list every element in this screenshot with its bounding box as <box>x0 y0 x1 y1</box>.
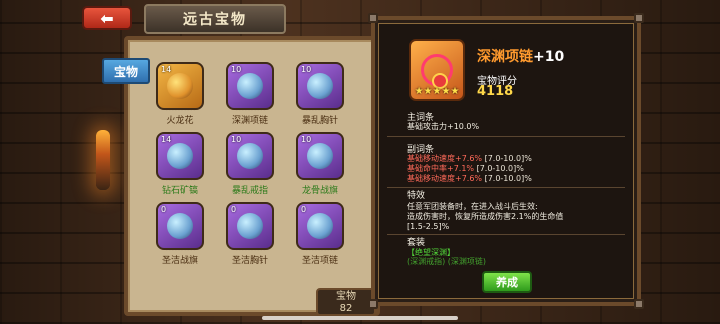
treasure-grid: 14★★★★★火龙花10★★★★★深渊项链10★★★★★暴乱胸针 14★★★★★钻… <box>152 62 348 266</box>
treasure-icon <box>167 213 193 239</box>
treasure-frame: 10 <box>226 62 274 110</box>
treasure-level: 0 <box>231 205 237 214</box>
treasure-icon <box>237 73 263 99</box>
score-value: 4118 <box>477 84 514 99</box>
treasure-level: 14 <box>161 65 172 74</box>
sub-stat-text: 基础移动速度+7.6% <box>407 174 483 183</box>
necklace-icon <box>421 54 453 89</box>
sub-stat-range: [7.0-10.0]% <box>484 154 532 163</box>
treasure-level: 10 <box>231 65 242 74</box>
treasure-frame: 10 <box>226 132 274 180</box>
treasure-frame: 0 <box>156 202 204 250</box>
tab-treasure[interactable]: 宝物 <box>102 58 150 84</box>
title-banner: 远古宝物 <box>144 4 286 34</box>
treasure-item[interactable]: 10★★★★★暴乱戒指 <box>222 132 278 196</box>
treasure-level: 10 <box>301 65 312 74</box>
treasure-name: 深渊项链 <box>231 116 268 126</box>
treasure-icon <box>237 213 263 239</box>
treasure-name: 圣洁项链 <box>301 256 338 266</box>
treasure-icon <box>307 143 333 169</box>
treasure-name: 圣洁胸针 <box>231 256 268 266</box>
treasure-counter: 宝物 82 <box>316 288 376 316</box>
star-rating: ★★★★★ <box>414 86 460 97</box>
treasure-level: 10 <box>301 135 312 144</box>
treasure-level: 14 <box>161 135 172 144</box>
treasure-item[interactable]: 0★★★★★圣洁胸针 <box>222 202 278 266</box>
sub-stat-line: 基础命中率+7.1% [7.0-10.0]% <box>407 164 524 174</box>
treasure-icon: ★★★★★ <box>409 39 465 101</box>
torch-icon <box>96 130 110 190</box>
item-name-text: 深渊项链 <box>477 49 533 65</box>
treasure-frame: 10 <box>296 62 344 110</box>
sub-stat-range: [7.0-10.0]% <box>484 174 532 183</box>
treasure-name: 暴乱胸针 <box>301 116 338 126</box>
treasure-level: 0 <box>161 205 167 214</box>
treasure-name: 龙骨战旗 <box>301 186 338 196</box>
treasure-item[interactable]: 10★★★★★龙骨战旗 <box>292 132 348 196</box>
treasure-frame: 14 <box>156 62 204 110</box>
special-line: 造成伤害时，恢复所造成伤害2.1%的生命值 <box>407 212 564 221</box>
sub-stat-line: 基础移动速度+7.6% [7.0-10.0]% <box>407 154 532 164</box>
treasure-frame: 14 <box>156 132 204 180</box>
set-title: 套装 <box>407 238 426 248</box>
treasure-icon <box>167 143 193 169</box>
cultivate-button[interactable]: 养成 <box>482 271 532 293</box>
treasure-icon <box>307 213 333 239</box>
page-title: 远古宝物 <box>183 12 247 28</box>
special-line: 任意军团装备时，在进入战斗后生效: <box>407 202 538 211</box>
back-button[interactable]: ⬅ <box>82 6 132 30</box>
sub-stat-text: 基础命中率+7.1% <box>407 164 475 173</box>
home-indicator[interactable] <box>262 316 458 320</box>
item-name: 深渊项链+10 <box>477 46 564 66</box>
tab-treasure-label: 宝物 <box>113 64 138 79</box>
corner-bolt-icon <box>634 13 644 23</box>
corner-bolt-icon <box>368 299 378 309</box>
sub-stat-text: 基础移动速度+7.6% <box>407 154 483 163</box>
treasure-name: 火龙花 <box>166 116 194 126</box>
special-line: [1.5-2.5]% <box>407 222 450 231</box>
item-level: +10 <box>533 49 565 65</box>
treasure-item[interactable]: 14★★★★★火龙花 <box>152 62 208 126</box>
treasure-name: 圣洁战旗 <box>161 256 198 266</box>
treasure-item[interactable]: 10★★★★★暴乱胸针 <box>292 62 348 126</box>
treasure-detail-panel: ★★★★★ 深渊项链+10 宝物评分 4118 主词条 基础攻击力+10.0% … <box>368 13 644 309</box>
detail-inner: ★★★★★ 深渊项链+10 宝物评分 4118 主词条 基础攻击力+10.0% … <box>378 23 634 299</box>
treasure-icon <box>307 73 333 99</box>
corner-bolt-icon <box>368 13 378 23</box>
treasure-icon <box>167 73 193 99</box>
treasure-name: 暴乱戒指 <box>231 186 268 196</box>
treasure-level: 0 <box>301 205 307 214</box>
treasure-icon <box>237 143 263 169</box>
treasure-item[interactable]: 0★★★★★圣洁项链 <box>292 202 348 266</box>
set-members: (深渊戒指) (深渊项链) <box>407 257 487 266</box>
special-title: 特效 <box>407 191 426 201</box>
treasure-counter-value: 82 <box>339 303 353 314</box>
treasure-item[interactable]: 0★★★★★圣洁战旗 <box>152 202 208 266</box>
sub-stat-line: 基础移动速度+7.6% [7.0-10.0]% <box>407 174 532 184</box>
corner-bolt-icon <box>634 299 644 309</box>
divider <box>387 136 625 137</box>
treasure-item[interactable]: 10★★★★★深渊项链 <box>222 62 278 126</box>
treasure-item[interactable]: 14★★★★★钻石矿镐 <box>152 132 208 196</box>
treasure-frame: 0 <box>226 202 274 250</box>
treasure-counter-label: 宝物 <box>336 291 356 302</box>
main-stat-line: 基础攻击力+10.0% <box>407 122 480 131</box>
treasure-name: 钻石矿镐 <box>161 186 198 196</box>
treasure-list-panel: 14★★★★★火龙花10★★★★★深渊项链10★★★★★暴乱胸针 14★★★★★钻… <box>124 36 380 316</box>
back-arrow-icon: ⬅ <box>100 8 114 28</box>
sub-stat-range: [7.0-10.0]% <box>476 164 524 173</box>
treasure-frame: 0 <box>296 202 344 250</box>
treasure-level: 10 <box>231 135 242 144</box>
treasure-frame: 10 <box>296 132 344 180</box>
cultivate-label: 养成 <box>496 276 518 289</box>
